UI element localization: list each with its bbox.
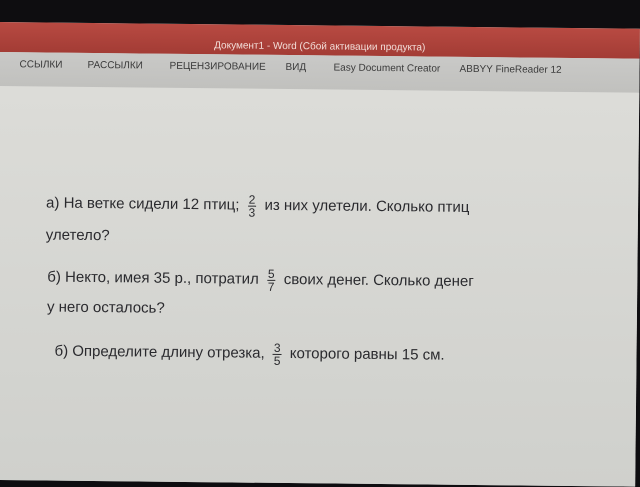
tab-mailings[interactable]: РАССЫЛКИ <box>87 60 142 72</box>
problem-c-text-before: б) Определите длину отрезка, <box>54 342 265 362</box>
problem-c-text-after: которого равны 15 см. <box>289 345 445 364</box>
window-title: Документ1 - Word (Сбой активации продукт… <box>214 40 426 54</box>
problem-b-line2: у него осталось? <box>46 298 165 317</box>
problem-a-text-after: из них улетели. Сколько птиц <box>264 196 470 216</box>
fraction-denominator: 5 <box>273 353 281 368</box>
document-page[interactable]: а) На ветке сидели 12 птиц; 2 3 из них у… <box>0 85 640 487</box>
tab-review[interactable]: РЕЦЕНЗИРОВАНИЕ <box>169 61 265 73</box>
tab-references[interactable]: ССЫЛКИ <box>19 59 62 70</box>
problem-b-fraction: 5 7 <box>266 266 276 294</box>
problem-a-line1: а) На ветке сидели 12 птиц; 2 3 из них у… <box>46 190 470 220</box>
fraction-numerator: 2 <box>247 192 257 207</box>
problem-a-line2: улетело? <box>45 226 110 245</box>
tab-abbyy-finereader[interactable]: ABBYY FineReader 12 <box>459 64 561 76</box>
problem-a-fraction: 2 3 <box>247 192 257 220</box>
fraction-denominator: 7 <box>267 279 275 294</box>
problem-c-fraction: 3 5 <box>272 340 282 368</box>
problem-b-text-before: б) Некто, имея 35 р., потратил <box>47 268 259 288</box>
tab-easy-document-creator[interactable]: Easy Document Creator <box>333 62 440 74</box>
fraction-denominator: 3 <box>248 205 256 220</box>
fraction-numerator: 5 <box>266 266 276 281</box>
problem-a-text-before: а) На ветке сидели 12 птиц; <box>46 194 240 214</box>
problem-b-line1: б) Некто, имея 35 р., потратил 5 7 своих… <box>47 265 474 295</box>
tab-view[interactable]: ВИД <box>285 62 306 73</box>
word-window: Документ1 - Word (Сбой активации продукт… <box>0 22 640 487</box>
fraction-numerator: 3 <box>272 340 282 355</box>
problem-b-text-after: своих денег. Сколько денег <box>283 270 474 290</box>
problem-c-line1: б) Определите длину отрезка, 3 5 которог… <box>54 339 444 369</box>
